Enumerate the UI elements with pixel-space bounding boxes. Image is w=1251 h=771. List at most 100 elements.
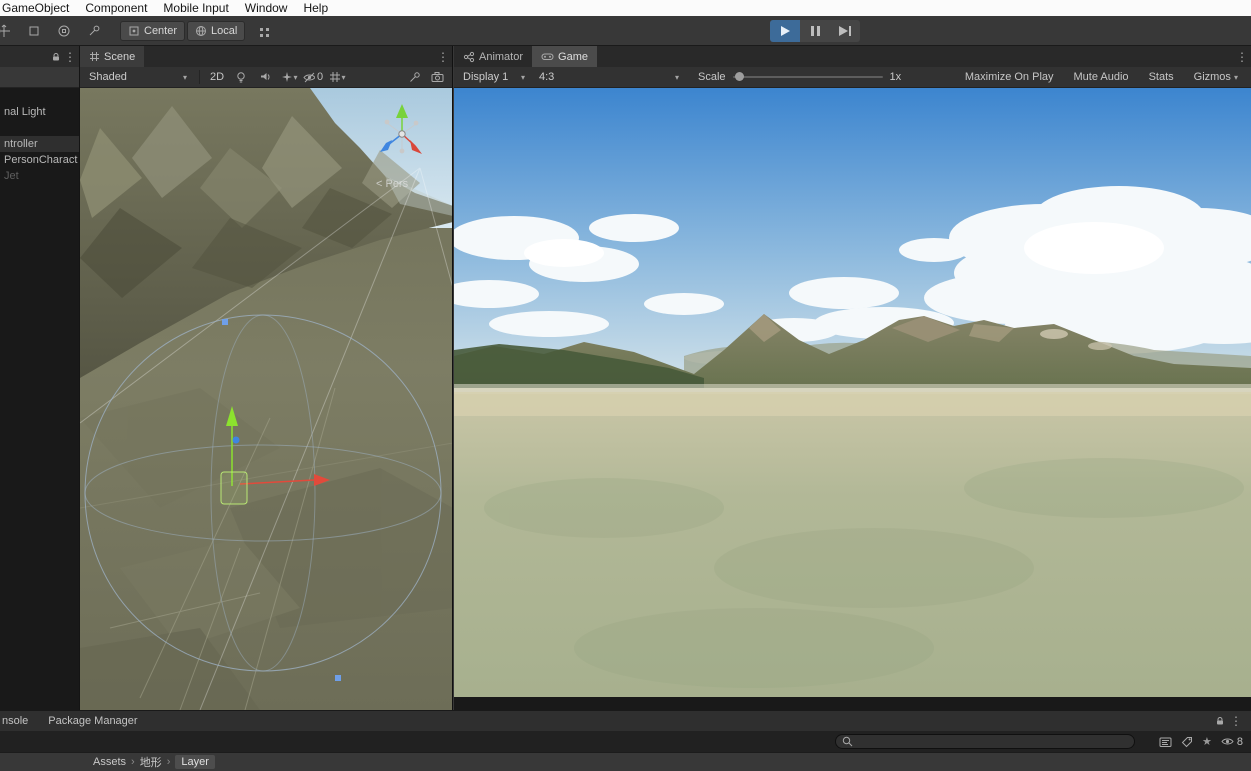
hidden-packages-count: 8: [1237, 736, 1243, 748]
bottom-tab-bar: nsole Package Manager ⋮: [0, 710, 1251, 731]
hierarchy-tab-bar: ⋮: [0, 46, 79, 67]
aspect-ratio-dropdown[interactable]: 4:3 ▾: [534, 69, 684, 86]
gizmos-label: Gizmos: [1194, 71, 1231, 83]
project-search-field[interactable]: [835, 734, 1135, 749]
menu-component[interactable]: Component: [77, 0, 155, 16]
breadcrumb-assets[interactable]: Assets: [93, 756, 126, 768]
game-tab-label: Game: [558, 51, 588, 63]
project-toolbar: ★ 8: [0, 731, 1251, 752]
scene-toolbar: Shaded ▾ 2D ▾ 0 ▾: [80, 67, 452, 88]
scene-effects-icon[interactable]: ▾: [279, 68, 299, 86]
hierarchy-item-controller[interactable]: ntroller: [0, 136, 79, 152]
tab-scene[interactable]: Scene: [80, 46, 144, 67]
game-viewport[interactable]: [454, 88, 1251, 710]
transform-tools-group: [0, 20, 106, 42]
more-options-icon[interactable]: ⋮: [63, 50, 77, 64]
chevron-down-icon: ▾: [342, 73, 346, 82]
chevron-down-icon: ▾: [675, 73, 679, 82]
menu-mobile-input[interactable]: Mobile Input: [155, 0, 236, 16]
shading-mode-label: Shaded: [89, 71, 127, 83]
hierarchy-item-jet[interactable]: Jet: [0, 168, 79, 184]
orientation-local-label: Local: [211, 25, 237, 37]
chevron-right-icon: ›: [131, 756, 135, 768]
scale-slider[interactable]: [733, 76, 883, 78]
menu-window[interactable]: Window: [237, 0, 296, 16]
step-icon: [839, 26, 851, 36]
gizmos-dropdown[interactable]: Gizmos ▾: [1191, 71, 1241, 83]
play-icon: [781, 26, 790, 36]
label-tag-icon[interactable]: [1181, 736, 1193, 748]
filter-by-type-icon[interactable]: [1159, 736, 1172, 748]
main-toolbar: Center Local: [0, 16, 1251, 46]
game-panel: Animator Game ⋮ Display 1 ▾ 4:3 ▾ Scale: [454, 46, 1251, 710]
more-options-icon[interactable]: ⋮: [1235, 50, 1249, 64]
stats-button[interactable]: Stats: [1146, 71, 1177, 83]
game-toolbar-right: Maximize On Play Mute Audio Stats Gizmos…: [962, 71, 1247, 83]
breadcrumb: Assets › 地形 › Layer: [0, 752, 1251, 771]
tab-package-manager[interactable]: Package Manager: [38, 711, 147, 732]
scene-grid-icon[interactable]: ▾: [327, 68, 347, 86]
step-button[interactable]: [830, 20, 860, 42]
hierarchy-item-person-character[interactable]: PersonCharact: [0, 152, 79, 168]
unity-editor-window: GameObject Component Mobile Input Window…: [0, 0, 1251, 771]
pause-button[interactable]: [800, 20, 830, 42]
orientation-local-button[interactable]: Local: [187, 21, 245, 41]
menu-gameobject[interactable]: GameObject: [0, 0, 77, 16]
breadcrumb-terrain[interactable]: 地形: [140, 754, 162, 770]
scale-control: Scale 1x: [698, 71, 901, 83]
tab-animator[interactable]: Animator: [454, 46, 532, 67]
scene-panel: Scene ⋮ Shaded ▾ 2D ▾ 0: [80, 46, 453, 710]
hierarchy-item-directional-light[interactable]: nal Light: [0, 104, 79, 120]
display-dropdown[interactable]: Display 1 ▾: [458, 69, 530, 86]
custom-tool-icon[interactable]: [82, 20, 106, 42]
pivot-orientation-group: Center Local: [120, 21, 245, 41]
scene-tab-bar: Scene ⋮: [80, 46, 452, 67]
chevron-down-icon: ▾: [183, 73, 187, 82]
lock-icon[interactable]: [51, 52, 61, 62]
transform-tool-icon[interactable]: [52, 20, 76, 42]
game-tab-icon: [541, 51, 554, 62]
hierarchy-toolbar: [0, 67, 79, 88]
scene-viewport[interactable]: < Pers: [80, 88, 452, 710]
search-input[interactable]: [857, 736, 1128, 748]
search-icon: [842, 736, 853, 747]
move-tool-icon[interactable]: [0, 20, 16, 42]
scale-value: 1x: [890, 71, 902, 83]
scene-audio-icon[interactable]: [255, 68, 275, 86]
scale-slider-thumb[interactable]: [735, 72, 744, 81]
more-options-icon[interactable]: ⋮: [1229, 714, 1243, 728]
scene-visibility-icon[interactable]: 0: [303, 68, 323, 86]
bottom-tab-bar-right: ⋮: [1215, 714, 1251, 728]
shading-mode-dropdown[interactable]: Shaded ▾: [84, 69, 192, 86]
favorites-star-icon[interactable]: ★: [1202, 735, 1212, 748]
hidden-packages-toggle[interactable]: 8: [1221, 736, 1243, 748]
eye-icon: [1221, 736, 1234, 747]
more-options-icon[interactable]: ⋮: [436, 50, 450, 64]
maximize-on-play-button[interactable]: Maximize On Play: [962, 71, 1057, 83]
scale-label: Scale: [698, 71, 726, 83]
lock-icon[interactable]: [1215, 716, 1225, 726]
breadcrumb-layer[interactable]: Layer: [175, 755, 215, 769]
pivot-center-label: Center: [144, 25, 177, 37]
mute-audio-button[interactable]: Mute Audio: [1071, 71, 1132, 83]
chevron-down-icon: ▾: [1234, 73, 1238, 82]
tab-console[interactable]: nsole: [0, 711, 38, 732]
perspective-label[interactable]: < Pers: [376, 178, 408, 190]
play-button[interactable]: [770, 20, 800, 42]
scene-tools-icon[interactable]: [404, 68, 424, 86]
chevron-right-icon: ›: [167, 756, 171, 768]
chevron-down-icon: ▾: [521, 73, 525, 82]
rect-tool-icon[interactable]: [22, 20, 46, 42]
scene-lighting-icon[interactable]: [231, 68, 251, 86]
game-tab-bar: Animator Game ⋮: [454, 46, 1251, 67]
menu-help[interactable]: Help: [295, 0, 336, 16]
scene-camera-icon[interactable]: [428, 68, 448, 86]
pivot-center-button[interactable]: Center: [120, 21, 185, 41]
playmode-controls: [770, 20, 860, 42]
project-toolbar-right: ★ 8: [1159, 731, 1243, 752]
tab-game[interactable]: Game: [532, 46, 597, 67]
display-label: Display 1: [463, 71, 508, 83]
animator-tab-label: Animator: [479, 51, 523, 63]
grid-snap-icon[interactable]: [252, 21, 276, 43]
toggle-2d-button[interactable]: 2D: [207, 71, 227, 83]
